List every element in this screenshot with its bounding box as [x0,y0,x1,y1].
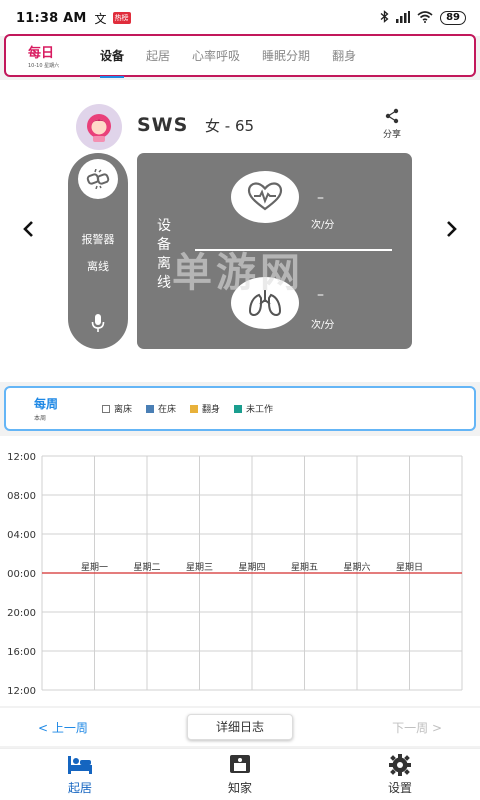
user-gender-age: 女 - 65 [205,117,255,135]
bluetooth-icon [380,10,389,26]
weekly-header-card: 每周 本周 离床 在床 翻身 未工作 [4,386,476,431]
user-name: SWS [137,114,189,136]
lungs-icon [231,277,299,329]
bottom-nav: 起居 知家 设置 [0,748,480,800]
y-tick-label: 20:00 [7,608,36,619]
share-icon [385,108,399,124]
status-right-icons: 89 [380,10,466,26]
y-tick-label: 04:00 [7,530,36,541]
day-label: 星期四 [238,562,265,573]
legend-swatch-not-working [234,404,243,413]
heart-rate-icon [231,171,299,223]
weekly-header[interactable]: 每周 本周 [6,395,90,422]
legend-item: 翻身 [190,402,220,415]
status-bar: 11:38 AM 文 热榜 89 [0,0,480,36]
heart-rate-unit: 次/分 [311,220,335,231]
gear-icon [389,754,411,776]
microphone-icon[interactable] [90,313,106,337]
day-label: 星期二 [133,562,160,573]
legend-label: 未工作 [246,405,274,415]
vitals-panel: 设备离线 – 次/分 – 次/分 [137,153,412,349]
alarm-label: 报警器 [81,233,115,246]
alarm-panel[interactable]: 报警器 离线 [68,153,128,349]
legend-label: 翻身 [202,405,221,415]
weekly-chart-svg: 12:00 08:00 04:00 00:00 20:00 16:00 12:00 星期一 星期… [7,452,463,697]
signal-icon [396,10,411,26]
legend-label: 在床 [158,405,177,415]
home-icon [230,755,250,773]
ime-icon: 文 [94,11,107,26]
daily-tabs: 设备 起居 心率呼吸 睡眠分期 翻身 [100,47,378,78]
avatar[interactable] [76,104,122,150]
tab-heart-breath[interactable]: 心率呼吸 [192,47,240,64]
vitals-divider [195,249,392,251]
alarm-offline-label: 离线 [87,260,109,273]
weekly-chart: 12:00 08:00 04:00 00:00 20:00 16:00 12:00 星期一 星期… [0,436,480,706]
chevron-right-icon [447,221,457,237]
notification-badge: 热榜 [112,12,131,24]
nav-settings-label: 设置 [387,781,412,795]
link-icon [78,159,118,199]
breath-rate-unit: 次/分 [311,320,335,331]
chevron-left-icon [23,221,33,237]
daily-date: 10-10 星期六 [28,63,60,69]
legend-swatch-turn-over [190,404,199,413]
detailed-log-button[interactable]: 详细日志 [187,714,293,740]
tab-device[interactable]: 设备 [100,47,125,78]
nav-routine-label: 起居 [67,781,92,795]
next-device-arrow[interactable] [446,219,458,244]
daily-tab-card: 每日 10-10 星期六 设备 起居 心率呼吸 睡眠分期 翻身 [4,34,476,78]
legend-label: 离床 [114,405,133,415]
y-tick-label: 12:00 [7,452,36,463]
prev-week-button[interactable]: < 上一周 [38,719,88,736]
device-panel: SWS 女 - 65 分享 报警器 离线 设备离线 – 次/分 – 次/分 单游… [0,80,480,382]
legend-swatch-out-of-bed [102,404,110,413]
legend-swatch-in-bed [146,404,155,413]
nav-routine[interactable]: 起居 [50,753,110,796]
nav-settings[interactable]: 设置 [370,753,430,796]
battery-indicator: 89 [440,11,466,25]
device-offline-label: 设备离线 [157,218,171,291]
weekly-sub: 本周 [34,415,47,422]
daily-label: 每日 [28,46,55,61]
week-navigation: < 上一周 详细日志 下一周 > [0,708,480,746]
y-tick-label: 12:00 [7,686,36,697]
tab-sleep-stage[interactable]: 睡眠分期 [262,47,310,64]
day-label: 星期六 [343,561,370,573]
chart-legend: 离床 在床 翻身 未工作 [102,402,287,415]
tab-turn-over[interactable]: 翻身 [332,47,356,64]
status-time: 11:38 AM [16,10,87,26]
weekly-label: 每周 [34,397,59,411]
alarm-status: 报警器 离线 [68,226,128,280]
share-label: 分享 [382,130,401,140]
day-label: 星期三 [186,562,213,573]
legend-item: 未工作 [234,402,273,415]
day-label: 星期五 [291,562,318,573]
daily-header[interactable]: 每日 10-10 星期六 [6,42,90,69]
legend-item: 离床 [102,402,132,415]
day-label: 星期一 [81,562,108,573]
nav-home-label: 知家 [227,781,252,795]
user-avatar-icon [87,114,111,142]
y-tick-label: 08:00 [7,491,36,502]
day-label: 星期日 [396,562,423,573]
legend-item: 在床 [146,402,176,415]
nav-home[interactable]: 知家 [210,753,270,796]
next-week-button[interactable]: 下一周 > [392,719,442,736]
wifi-icon [417,10,433,26]
share-button[interactable]: 分享 [378,108,406,140]
y-tick-label: 16:00 [7,647,36,658]
y-tick-label: 00:00 [7,569,36,580]
prev-device-arrow[interactable] [22,219,34,244]
status-left-icons: 文 热榜 [95,10,131,27]
tab-routine[interactable]: 起居 [146,47,170,64]
bed-icon [68,756,92,774]
breath-rate-value: – [317,287,324,303]
heart-rate-value: – [317,190,324,206]
